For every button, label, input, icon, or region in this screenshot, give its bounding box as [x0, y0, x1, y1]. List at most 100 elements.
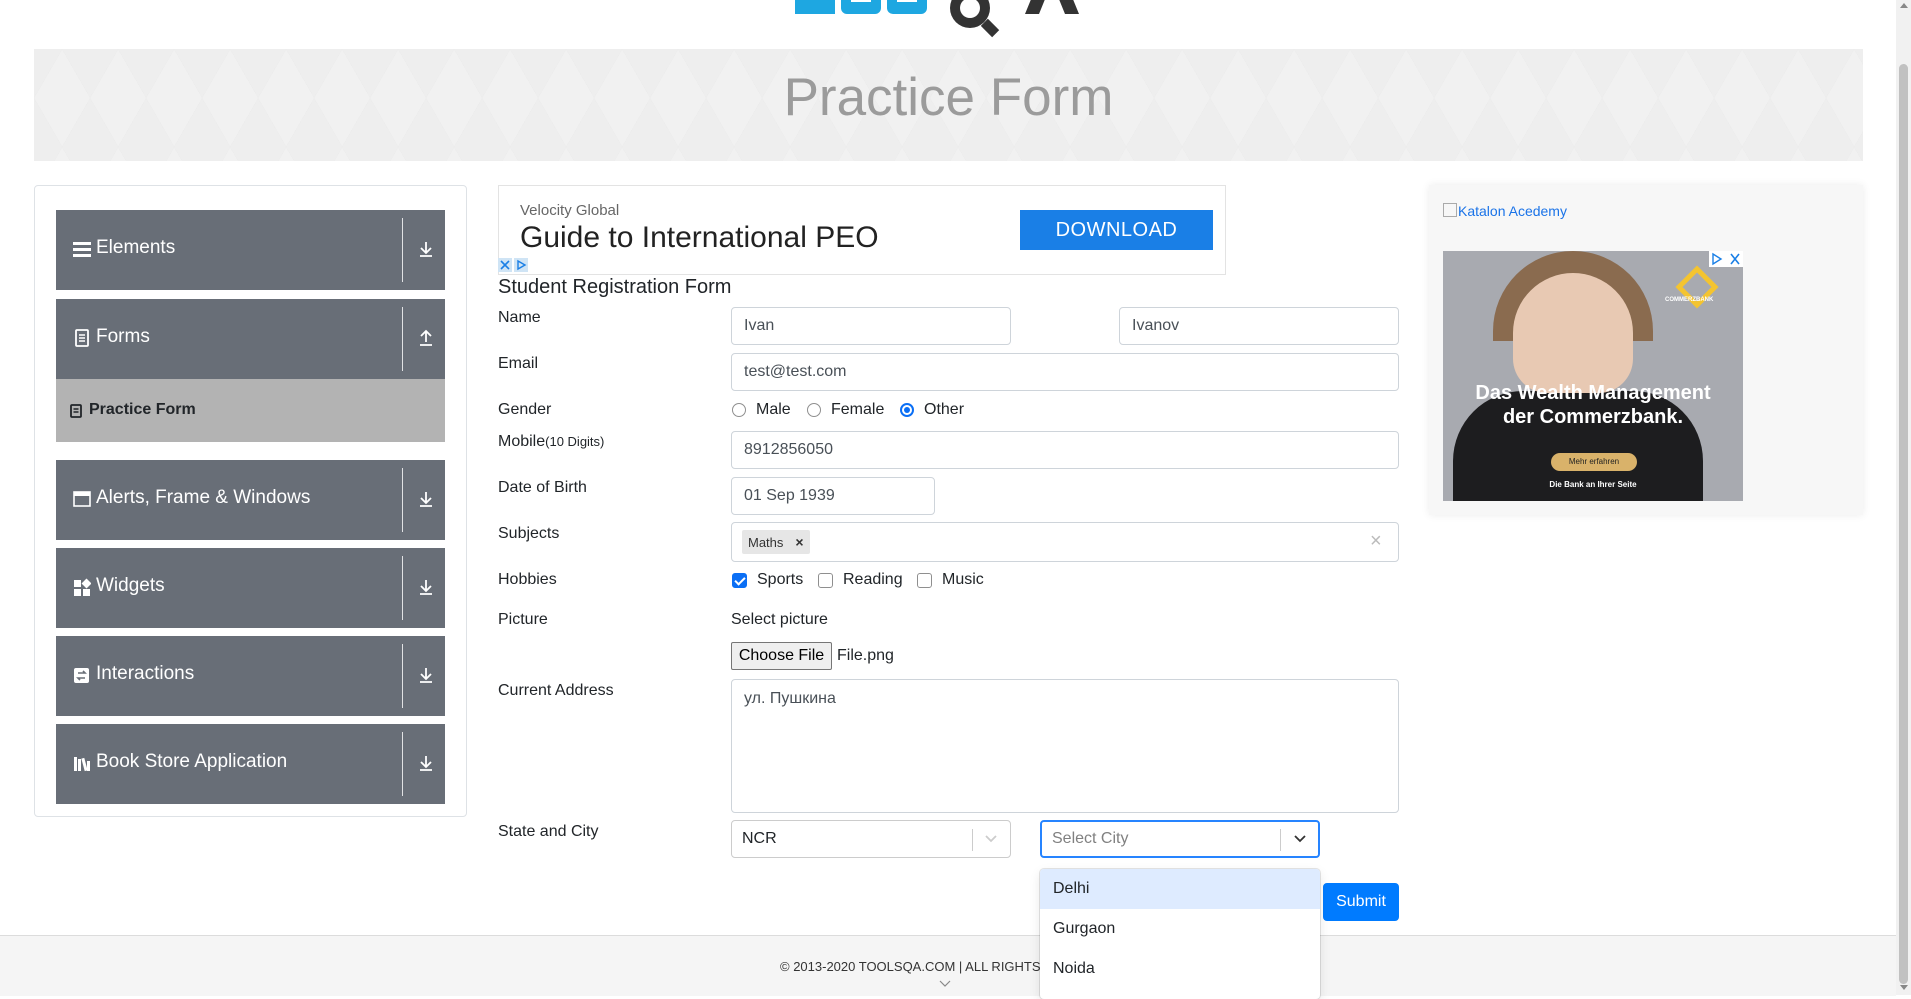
scroll-down-arrow-icon[interactable]: [1900, 985, 1908, 990]
hobby-checkbox-sports[interactable]: Sports: [732, 571, 803, 589]
interactions-icon: [74, 668, 89, 683]
gender-radio-female[interactable]: Female: [807, 401, 884, 419]
last-name-input[interactable]: Ivanov: [1119, 307, 1399, 345]
remove-subject-icon[interactable]: ×: [795, 534, 803, 550]
email-label: Email: [498, 355, 539, 372]
scroll-up-arrow-icon[interactable]: [1900, 3, 1908, 8]
ad-headline[interactable]: Guide to International PEO: [520, 221, 879, 255]
ad-advertiser: Velocity Global: [520, 202, 620, 219]
checkbox-label: Reading: [843, 571, 903, 588]
radio-button[interactable]: [807, 403, 821, 417]
download-arrow-icon[interactable]: [415, 576, 437, 598]
state-city-label: State and City: [498, 823, 599, 840]
subject-tag: Maths ×: [742, 530, 810, 554]
choose-file-button[interactable]: Choose File: [731, 642, 832, 670]
sidebar-item-practice-form[interactable]: Practice Form: [56, 379, 445, 442]
hobbies-label: Hobbies: [498, 571, 557, 588]
city-option-noida[interactable]: Noida: [1040, 949, 1320, 989]
broken-image-icon: [1443, 203, 1457, 217]
footer-copyright: © 2013-2020 TOOLSQA.COM | ALL RIGHTS: [780, 959, 1041, 974]
sidebar-group-label: Interactions: [96, 663, 195, 684]
toolsqa-logo[interactable]: [795, 0, 1125, 40]
radio-button[interactable]: [732, 403, 746, 417]
state-select[interactable]: NCR: [731, 820, 1011, 858]
city-dropdown-menu: Delhi Gurgaon Noida: [1040, 869, 1320, 999]
gender-radio-other[interactable]: Other: [900, 401, 964, 419]
ad-cta-button[interactable]: Mehr erfahren: [1551, 453, 1637, 471]
select-picture-label: Select picture: [731, 611, 828, 628]
divider: [402, 732, 403, 796]
subjects-input[interactable]: [731, 522, 1399, 562]
first-name-input[interactable]: Ivan: [731, 307, 1011, 345]
ad-download-button[interactable]: DOWNLOAD: [1020, 210, 1213, 250]
divider: [972, 829, 973, 851]
checkbox[interactable]: [917, 572, 932, 588]
footer: © 2013-2020 TOOLSQA.COM | ALL RIGHTS: [0, 935, 1896, 996]
upload-arrow-icon[interactable]: [415, 327, 437, 349]
sidebar-group-forms[interactable]: Forms: [56, 299, 445, 379]
scrollbar-thumb[interactable]: [1899, 64, 1908, 984]
hobby-checkbox-reading[interactable]: Reading: [818, 571, 903, 589]
dob-label: Date of Birth: [498, 479, 587, 496]
radio-label: Male: [756, 401, 791, 418]
checkbox-checked[interactable]: [732, 572, 747, 588]
chevron-down-icon[interactable]: [1293, 834, 1307, 844]
page-scrollbar[interactable]: [1896, 0, 1911, 995]
download-arrow-icon[interactable]: [415, 752, 437, 774]
sidebar-group-label: Widgets: [96, 575, 165, 596]
chevron-down-icon[interactable]: [984, 834, 998, 844]
current-address-textarea[interactable]: ул. Пушкина: [731, 679, 1399, 813]
download-arrow-icon[interactable]: [415, 238, 437, 260]
divider: [402, 556, 403, 620]
gender-radio-male[interactable]: Male: [732, 401, 791, 419]
katalon-ad-link[interactable]: Katalon Acedemy: [1443, 203, 1567, 219]
clear-subjects-icon[interactable]: ×: [1370, 530, 1382, 553]
sidebar-advertisement[interactable]: Katalon Acedemy COMMERZBANK Das Wealth M…: [1429, 185, 1863, 515]
city-placeholder: Select City: [1052, 830, 1129, 847]
sidebar-group-interactions[interactable]: Interactions: [56, 636, 445, 716]
divider: [402, 468, 403, 532]
page-banner: Practice Form: [34, 49, 1863, 161]
city-select[interactable]: Select City: [1040, 820, 1320, 858]
form-title: Student Registration Form: [498, 276, 732, 298]
sidebar-group-label: Forms: [96, 326, 150, 347]
city-option-delhi[interactable]: Delhi: [1040, 869, 1320, 909]
checkbox[interactable]: [818, 572, 833, 588]
sidebar-group-alerts[interactable]: Alerts, Frame & Windows: [56, 460, 445, 540]
radio-button-selected[interactable]: [900, 403, 914, 417]
ad-close-icon[interactable]: [1709, 251, 1743, 267]
gender-label: Gender: [498, 401, 552, 418]
mobile-label: Mobile(10 Digits): [498, 433, 604, 451]
mobile-hint: (10 Digits): [545, 434, 605, 449]
email-input[interactable]: test@test.com: [731, 353, 1399, 391]
date-of-birth-input[interactable]: 01 Sep 1939: [731, 477, 935, 515]
mobile-input[interactable]: 8912856050: [731, 431, 1399, 469]
subjects-label: Subjects: [498, 525, 560, 542]
divider: [402, 644, 403, 708]
sidebar-group-widgets[interactable]: Widgets: [56, 548, 445, 628]
commerzbank-ad[interactable]: COMMERZBANK Das Wealth Management der Co…: [1443, 251, 1743, 501]
list-icon: [73, 242, 91, 257]
picture-label: Picture: [498, 611, 548, 628]
sidebar: Elements Forms Practice Form Alerts, Fra…: [34, 185, 467, 817]
widgets-icon: [74, 578, 91, 596]
hobby-checkbox-music[interactable]: Music: [917, 571, 984, 589]
page-title: Practice Form: [783, 68, 1114, 127]
download-arrow-icon[interactable]: [415, 488, 437, 510]
radio-label: Other: [924, 401, 965, 418]
ad-tagline: Die Bank an Ihrer Seite: [1549, 480, 1637, 489]
submit-button[interactable]: Submit: [1323, 883, 1399, 921]
download-arrow-icon[interactable]: [415, 664, 437, 686]
sidebar-group-label: Elements: [96, 237, 176, 258]
divider: [1280, 829, 1281, 851]
city-option-gurgaon[interactable]: Gurgaon: [1040, 909, 1320, 949]
books-icon: [74, 757, 90, 772]
sidebar-group-book-store[interactable]: Book Store Application: [56, 724, 445, 804]
sidebar-group-label: Book Store Application: [96, 751, 288, 772]
address-label: Current Address: [498, 682, 614, 699]
ad-choices-icon[interactable]: [498, 258, 530, 272]
chevron-down-icon[interactable]: [939, 980, 951, 988]
selected-file-name: File.png: [837, 647, 894, 664]
advertisement-banner[interactable]: Velocity Global Guide to International P…: [498, 185, 1226, 275]
sidebar-group-elements[interactable]: Elements: [56, 210, 445, 290]
